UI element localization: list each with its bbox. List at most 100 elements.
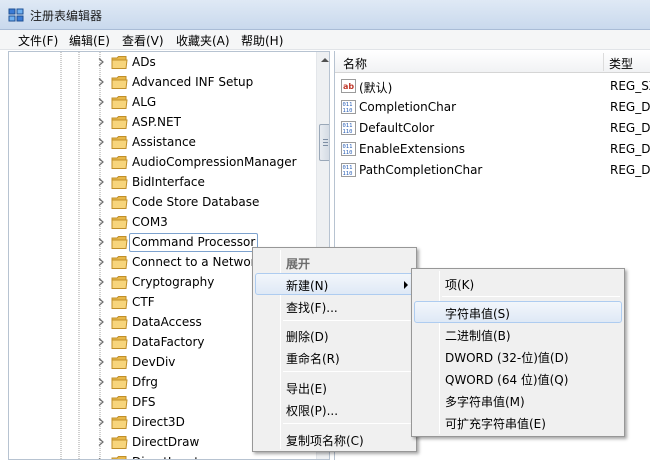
expand-arrow-icon[interactable]: [96, 77, 106, 87]
submenu-item-dword-value[interactable]: DWORD (32-位)值(D): [414, 345, 622, 367]
tree-item-label: AudioCompressionManager: [132, 155, 297, 169]
submenu-item-string-value[interactable]: 字符串值(S): [414, 301, 622, 323]
menu-item-expand[interactable]: 展开: [255, 251, 414, 273]
expand-arrow-icon[interactable]: [96, 337, 106, 347]
menu-item-delete[interactable]: 删除(D): [255, 324, 414, 346]
value-row[interactable]: ab (默认) REG_SZ: [335, 76, 650, 97]
tree-item[interactable]: ADs: [9, 53, 309, 73]
expand-arrow-icon[interactable]: [96, 217, 106, 227]
tree-item[interactable]: DirectInput: [9, 453, 309, 459]
expand-arrow-icon[interactable]: [96, 117, 106, 127]
value-name: (默认): [359, 81, 393, 95]
regedit-icon: [8, 8, 24, 22]
tree-item-label: Advanced INF Setup: [132, 75, 254, 89]
expand-arrow-icon[interactable]: [96, 157, 106, 167]
menu-view[interactable]: 查看(V): [119, 32, 167, 49]
scroll-thumb[interactable]: [319, 124, 329, 161]
tree-item-label: ALG: [132, 95, 157, 109]
value-row[interactable]: 011110CompletionChar REG_DWORD: [335, 97, 650, 118]
menu-item-export[interactable]: 导出(E): [255, 376, 414, 398]
list-header: 名称 类型: [335, 51, 650, 73]
svg-text:110: 110: [343, 150, 353, 156]
expand-arrow-icon[interactable]: [96, 257, 106, 267]
tree-item-label: DirectDraw: [132, 435, 200, 449]
value-row[interactable]: 011110DefaultColor REG_DWORD: [335, 118, 650, 139]
string-value-icon: ab: [341, 79, 356, 93]
tree-item[interactable]: Assistance: [9, 133, 309, 153]
tree-item-label: DataAccess: [132, 315, 202, 329]
tree-item[interactable]: COM3: [9, 213, 309, 233]
tree-item-label: CTF: [132, 295, 155, 309]
expand-arrow-icon[interactable]: [96, 237, 106, 247]
folder-icon: [111, 156, 128, 169]
value-type: REG_DWORD: [610, 142, 650, 156]
expand-arrow-icon[interactable]: [96, 397, 106, 407]
tree-item-label: DataFactory: [132, 335, 205, 349]
binary-value-icon: 011110: [341, 100, 356, 114]
expand-arrow-icon[interactable]: [96, 357, 106, 367]
tree-item-label: Connect to a Network: [132, 255, 263, 269]
menu-favorites[interactable]: 收藏夹(A): [173, 32, 233, 49]
folder-icon: [111, 216, 128, 229]
tree-item[interactable]: ALG: [9, 93, 309, 113]
folder-icon: [111, 356, 128, 369]
value-name: EnableExtensions: [359, 142, 466, 156]
menu-file[interactable]: 文件(F): [15, 32, 61, 49]
expand-arrow-icon[interactable]: [96, 277, 106, 287]
expand-arrow-icon[interactable]: [96, 97, 106, 107]
folder-icon: [111, 76, 128, 89]
submenu-item-key[interactable]: 项(K): [414, 272, 622, 294]
expand-arrow-icon[interactable]: [96, 377, 106, 387]
menu-item-new[interactable]: 新建(N): [255, 273, 414, 295]
title-bar: 注册表编辑器: [0, 0, 650, 30]
context-menu: 展开 新建(N) 查找(F)... 删除(D) 重命名(R) 导出(E) 权限(…: [252, 247, 417, 452]
menu-bar: 文件(F) 编辑(E) 查看(V) 收藏夹(A) 帮助(H): [0, 30, 650, 50]
column-header-type[interactable]: 类型: [609, 55, 633, 72]
svg-text:ab: ab: [343, 82, 354, 91]
expand-arrow-icon[interactable]: [96, 57, 106, 67]
column-header-name[interactable]: 名称: [343, 55, 367, 72]
scroll-up-arrow-icon[interactable]: [318, 53, 330, 68]
value-name: CompletionChar: [359, 100, 457, 114]
expand-arrow-icon[interactable]: [96, 317, 106, 327]
folder-icon: [111, 196, 128, 209]
expand-arrow-icon[interactable]: [96, 137, 106, 147]
submenu-item-binary-value[interactable]: 二进制值(B): [414, 323, 622, 345]
binary-value-icon: 011110: [341, 142, 356, 156]
tree-item-label: ASP.NET: [132, 115, 181, 129]
tree-item-label: DFS: [132, 395, 156, 409]
tree-item[interactable]: BidInterface: [9, 173, 309, 193]
tree-item-label: Command Processor: [129, 233, 259, 252]
folder-icon: [111, 136, 128, 149]
value-row[interactable]: 011110PathCompletionChar REG_DWORD: [335, 160, 650, 181]
expand-arrow-icon[interactable]: [96, 197, 106, 207]
expand-arrow-icon[interactable]: [96, 417, 106, 427]
tree-item[interactable]: Code Store Database: [9, 193, 309, 213]
folder-icon: [111, 116, 128, 129]
value-row[interactable]: 011110EnableExtensions REG_DWORD: [335, 139, 650, 160]
expand-arrow-icon[interactable]: [96, 437, 106, 447]
tree-item-label: Direct3D: [132, 415, 185, 429]
tree-item-label: Dfrg: [132, 375, 158, 389]
expand-arrow-icon[interactable]: [96, 177, 106, 187]
submenu-item-qword-value[interactable]: QWORD (64 位)值(Q): [414, 367, 622, 389]
value-type: REG_DWORD: [610, 100, 650, 114]
folder-icon: [111, 276, 128, 289]
menu-item-permissions[interactable]: 权限(P)...: [255, 398, 414, 420]
menu-help[interactable]: 帮助(H): [238, 32, 286, 49]
new-submenu: 项(K) 字符串值(S) 二进制值(B) DWORD (32-位)值(D) QW…: [411, 268, 625, 437]
tree-item[interactable]: Advanced INF Setup: [9, 73, 309, 93]
menu-item-find[interactable]: 查找(F)...: [255, 295, 414, 317]
expand-arrow-icon[interactable]: [96, 297, 106, 307]
tree-item[interactable]: AudioCompressionManager: [9, 153, 309, 173]
menu-item-copy-key-name[interactable]: 复制项名称(C): [255, 428, 414, 450]
submenu-item-multi-string-value[interactable]: 多字符串值(M): [414, 389, 622, 411]
tree-item-label: ADs: [132, 55, 156, 69]
menu-item-rename[interactable]: 重命名(R): [255, 346, 414, 368]
binary-value-icon: 011110: [341, 163, 356, 177]
menu-edit[interactable]: 编辑(E): [66, 32, 113, 49]
tree-item[interactable]: ASP.NET: [9, 113, 309, 133]
folder-icon: [111, 416, 128, 429]
value-type: REG_SZ: [610, 79, 650, 93]
submenu-item-expandable-string-value[interactable]: 可扩充字符串值(E): [414, 411, 622, 433]
